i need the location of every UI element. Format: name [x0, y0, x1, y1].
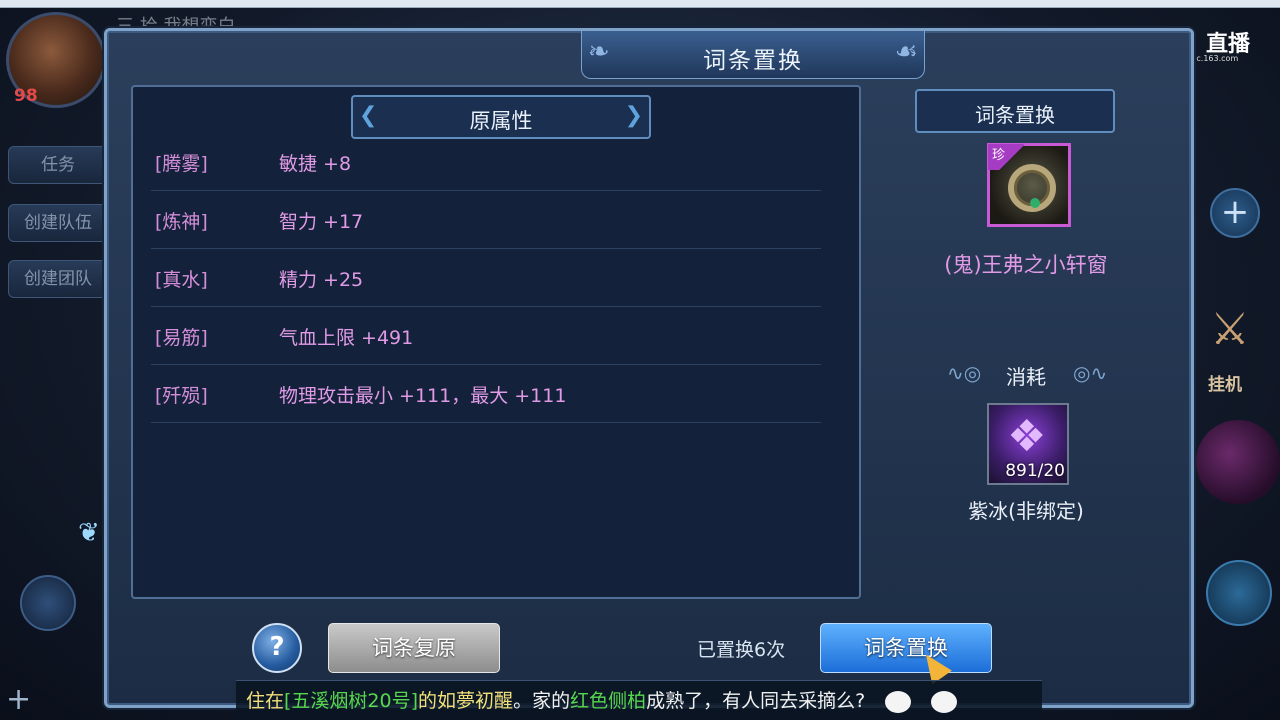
add-icon[interactable]: +	[6, 682, 31, 717]
attribute-value: 精力 +25	[279, 269, 364, 291]
attribute-tag: [真水]	[155, 269, 208, 291]
ticker-person: 如夢初醒	[437, 690, 514, 712]
attribute-tag: [腾雾]	[155, 153, 208, 175]
attribute-replace-dialog: ❧ 词条置换 ☙ ❮ 原属性 ❯ [腾雾] 敏捷 +8 [炼神] 智力 +17 …	[104, 28, 1194, 708]
system-chat-ticker: 住在[五溪烟树20号]的如夢初醒。家的红色侧柏成熟了，有人同去采摘么?	[236, 680, 1042, 720]
original-attributes-title: 原属性	[469, 109, 533, 133]
purple-crystal-icon: ❖	[1007, 411, 1047, 462]
stream-logo-url: cc.163.com	[1192, 54, 1239, 63]
replace-attributes-button[interactable]: 词条置换	[820, 623, 992, 673]
emote-icon	[885, 690, 912, 713]
task-button[interactable]: 任务	[8, 146, 108, 184]
header-cap-right-icon: ❯	[624, 103, 643, 128]
rarity-badge: 珍	[988, 144, 1024, 170]
dialog-title: 词条置换	[703, 48, 803, 74]
mount-icon[interactable]	[20, 575, 76, 631]
replace-item-title: 词条置换	[975, 103, 1055, 127]
attribute-tag: [易筋]	[155, 327, 208, 349]
window-titlebar	[0, 0, 1280, 8]
emote-icon	[931, 690, 958, 713]
attribute-value: 气血上限 +491	[279, 327, 414, 349]
equipment-slot[interactable]: 珍	[987, 143, 1071, 227]
auto-battle-label[interactable]: 挂机	[1208, 370, 1242, 395]
attribute-row: [真水] 精力 +25	[151, 249, 821, 307]
original-attributes-panel: ❮ 原属性 ❯ [腾雾] 敏捷 +8 [炼神] 智力 +17 [真水] 精力 +…	[131, 85, 861, 599]
ring-gem-icon	[1030, 198, 1040, 208]
attribute-row: [腾雾] 敏捷 +8	[151, 133, 821, 191]
attribute-tag: [歼殒]	[155, 385, 208, 407]
ticker-mid1: 的	[418, 690, 438, 712]
material-slot[interactable]: ❖ 891/20	[987, 403, 1069, 485]
dialog-title-plate: ❧ 词条置换 ☙	[581, 31, 925, 79]
ticker-mid2: 。家的	[513, 690, 571, 712]
cost-ornament-right-icon: ◎∿	[1073, 361, 1108, 385]
ticker-plant: 红色侧柏	[570, 690, 647, 712]
skill-orb-icon[interactable]	[1196, 420, 1280, 504]
attribute-value: 物理攻击最小 +111，最大 +111	[279, 385, 567, 407]
ticker-place-link[interactable]: [五溪烟树20号]	[284, 690, 418, 712]
attribute-value: 敏捷 +8	[279, 153, 352, 175]
create-team-button[interactable]: 创建队伍	[8, 204, 108, 242]
attribute-row: [歼殒] 物理攻击最小 +111，最大 +111	[151, 365, 821, 423]
restore-attributes-button[interactable]: 词条复原	[328, 623, 500, 673]
ticker-suffix: 成熟了，有人同去采摘么?	[646, 690, 866, 712]
title-ornament-right-icon: ☙	[894, 37, 918, 67]
butterfly-icon: ❦	[78, 518, 100, 548]
attribute-value: 智力 +17	[279, 211, 364, 233]
replace-count-text: 已置换6次	[697, 639, 786, 661]
replace-item-header: 词条置换	[915, 89, 1115, 133]
create-group-button[interactable]: 创建团队	[8, 260, 108, 298]
equipment-name: (鬼)王弗之小轩窗	[944, 253, 1108, 277]
material-name: 紫冰(非绑定)	[968, 499, 1084, 523]
attribute-row: [炼神] 智力 +17	[151, 191, 821, 249]
crossed-swords-icon[interactable]: ⚔	[1200, 304, 1260, 364]
skill-orb-secondary-icon[interactable]	[1206, 560, 1272, 626]
player-level: 98	[14, 86, 38, 106]
help-button[interactable]: ?	[252, 623, 302, 673]
attribute-row: [易筋] 气血上限 +491	[151, 307, 821, 365]
attribute-tag: [炼神]	[155, 211, 208, 233]
ticker-prefix: 住在	[246, 690, 285, 712]
expand-plus-icon[interactable]: +	[1210, 188, 1260, 238]
material-count: 891/20	[1005, 461, 1065, 481]
